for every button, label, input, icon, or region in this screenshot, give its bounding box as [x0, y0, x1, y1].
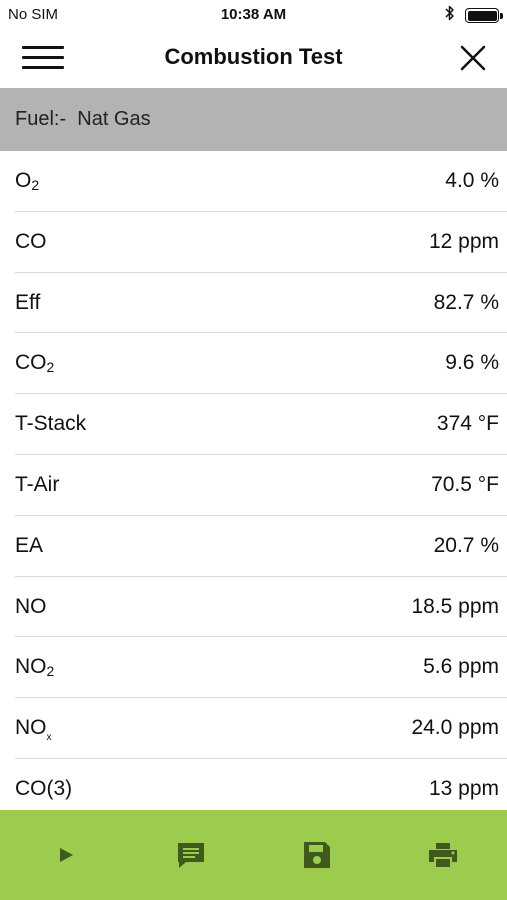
- reading-name: NO: [15, 594, 47, 618]
- reading-subscript: 2: [46, 359, 55, 376]
- reading-value: 18.5 ppm: [411, 594, 499, 618]
- reading-name: NO: [15, 716, 47, 740]
- play-icon[interactable]: [50, 840, 82, 870]
- reading-row[interactable]: NO 18.5 ppm: [0, 577, 507, 638]
- reading-value: 24.0 ppm: [411, 716, 499, 740]
- reading-row[interactable]: T-Stack 374 °F: [0, 394, 507, 455]
- reading-row[interactable]: NOx 24.0 ppm: [0, 698, 507, 759]
- reading-name: NO: [15, 655, 47, 679]
- reading-row[interactable]: EA 20.7 %: [0, 516, 507, 577]
- reading-label: O2: [15, 169, 39, 193]
- reading-subscript: 2: [46, 663, 55, 680]
- reading-row[interactable]: CO2 9.6 %: [0, 333, 507, 394]
- reading-subscript: 2: [31, 177, 40, 193]
- reading-value: 20.7 %: [433, 533, 499, 557]
- battery-icon: [465, 8, 503, 23]
- reading-value: 70.5 °F: [431, 472, 499, 496]
- reading-name: T-Air: [15, 472, 60, 496]
- reading-name: CO: [15, 229, 47, 253]
- comment-icon[interactable]: [175, 840, 207, 870]
- reading-label: CO2: [15, 351, 54, 375]
- reading-row[interactable]: NO2 5.6 ppm: [0, 637, 507, 698]
- status-bar: No SIM 10:38 AM: [0, 0, 507, 30]
- fuel-bar: Fuel:- Nat Gas: [0, 88, 507, 151]
- reading-value: 82.7 %: [433, 290, 499, 314]
- reading-label: T-Air: [15, 473, 59, 497]
- reading-name: EA: [15, 533, 44, 557]
- print-icon[interactable]: [427, 840, 459, 870]
- reading-name: O: [15, 169, 32, 192]
- reading-row[interactable]: Eff 82.7 %: [0, 273, 507, 334]
- reading-name: CO(3): [15, 776, 73, 800]
- reading-name: CO: [15, 351, 47, 375]
- nav-bar: Combustion Test: [0, 30, 507, 86]
- reading-row[interactable]: O2 4.0 %: [0, 151, 507, 212]
- bottom-toolbar: [0, 810, 507, 900]
- save-icon[interactable]: [301, 840, 333, 870]
- reading-row[interactable]: T-Air 70.5 °F: [0, 455, 507, 516]
- reading-value: 4.0 %: [445, 169, 499, 192]
- reading-label: EA: [15, 534, 43, 558]
- reading-name: T-Stack: [15, 412, 87, 436]
- reading-value: 9.6 %: [445, 351, 499, 375]
- bluetooth-icon: [445, 5, 454, 21]
- reading-label: Eff: [15, 291, 40, 315]
- reading-subscript: x: [46, 732, 52, 744]
- close-icon[interactable]: [457, 42, 489, 74]
- reading-value: 13 ppm: [428, 776, 499, 800]
- clock: 10:38 AM: [220, 6, 287, 23]
- fuel-type: Nat Gas: [77, 108, 151, 130]
- reading-row[interactable]: CO 12 ppm: [0, 212, 507, 273]
- fuel-label: Fuel:- Nat Gas: [15, 108, 151, 131]
- reading-label: NO: [15, 595, 47, 619]
- reading-label: NOx: [15, 716, 52, 743]
- reading-label: CO: [15, 230, 47, 254]
- reading-value: 374 °F: [436, 412, 499, 436]
- reading-value: 12 ppm: [428, 229, 499, 253]
- reading-label: NO2: [15, 655, 54, 679]
- fuel-prefix: Fuel:-: [15, 108, 67, 130]
- page-title: Combustion Test: [164, 44, 343, 69]
- reading-label: CO(3): [15, 777, 72, 801]
- reading-label: T-Stack: [15, 412, 86, 436]
- readings-list: O2 4.0 % CO 12 ppm Eff 82.7 % CO2 9.6 % T-Stack 3…: [0, 151, 507, 820]
- reading-name: Eff: [15, 290, 41, 314]
- reading-value: 5.6 ppm: [423, 655, 499, 679]
